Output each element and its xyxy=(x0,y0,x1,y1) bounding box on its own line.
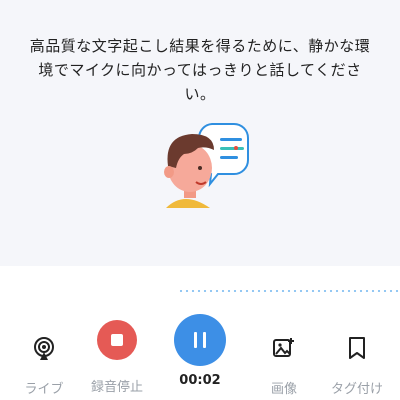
content-area: 高品質な文字起こし結果を得るために、静かな環境でマイクに向かってはっきりと話して… xyxy=(0,0,400,266)
pause-button[interactable]: 00:02 xyxy=(172,314,228,388)
live-button[interactable]: ライブ xyxy=(22,328,66,397)
tag-label: タグ付け xyxy=(330,382,383,397)
live-label: ライブ xyxy=(24,382,64,397)
instruction-message: 高品質な文字起こし結果を得るために、静かな環境でマイクに向かってはっきりと話して… xyxy=(29,37,371,103)
stop-icon xyxy=(97,320,137,360)
image-label: 画像 xyxy=(270,382,297,397)
add-image-icon xyxy=(273,338,294,357)
bookmark-icon xyxy=(349,337,365,359)
speaking-person-illustration xyxy=(164,123,249,208)
stop-recording-button[interactable]: 録音停止 xyxy=(91,320,144,395)
live-broadcast-icon xyxy=(34,337,54,360)
audio-level-dots xyxy=(178,290,400,292)
image-button[interactable]: 画像 xyxy=(264,328,304,397)
recording-timer: 00:02 xyxy=(179,373,221,388)
pause-icon xyxy=(174,314,226,366)
recording-toolbar: ライブ 録音停止 00:02 画像 タグ付け xyxy=(0,312,400,400)
tag-button[interactable]: タグ付け xyxy=(330,328,384,397)
stop-recording-label: 録音停止 xyxy=(91,380,144,395)
